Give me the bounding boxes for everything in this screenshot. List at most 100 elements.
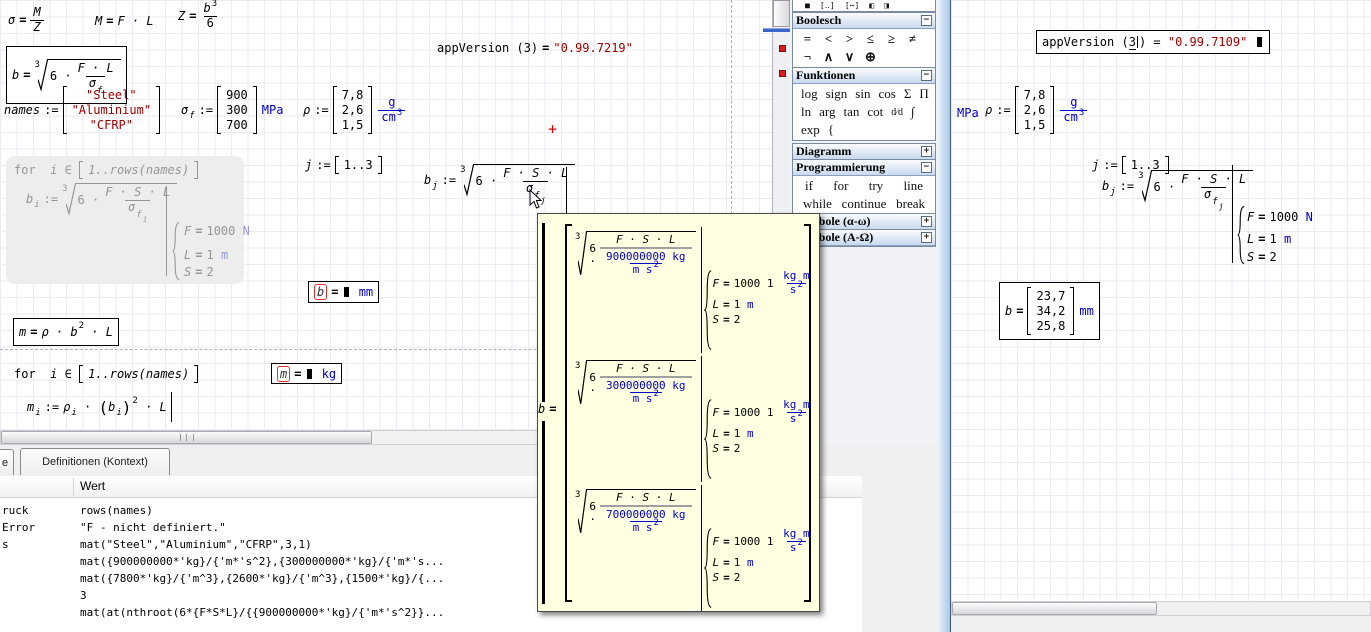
scrollbar-thumb[interactable] xyxy=(773,0,790,27)
tooltip-term: 36 ·F · S · L300000000 kgm s2 F=1000 1 k… xyxy=(575,356,801,482)
not-button[interactable]: ¬ xyxy=(797,48,818,66)
formula-z-eq[interactable]: Z= b36 xyxy=(178,2,220,31)
sign-button[interactable]: sign xyxy=(822,85,852,103)
table-row[interactable]: Error xyxy=(2,521,35,534)
table-row[interactable]: ruck xyxy=(2,504,29,517)
palette-programmierung: Programmierung − if for try line while c… xyxy=(792,159,936,215)
table-cell-value[interactable]: mat({7800*'kg}/{'m^3},{2600*'kg}/{'m^3},… xyxy=(80,572,444,585)
substitution-bar xyxy=(701,227,702,353)
split-indicator-line[interactable] xyxy=(763,28,790,32)
tab-definitionen-kontext[interactable]: Definitionen (Kontext) xyxy=(20,448,170,475)
cot-button[interactable]: cot xyxy=(863,103,887,121)
table-cell-value[interactable]: mat(at(nthroot(6*{F*S*L}/{{900000000*'kg… xyxy=(80,606,444,619)
result-b-matrix-box[interactable]: b= 23,7 34,2 25,8 mm xyxy=(999,282,1100,340)
sum-icon[interactable]: Σ xyxy=(900,85,916,103)
try-button[interactable]: try xyxy=(865,177,887,195)
line-button[interactable]: line xyxy=(899,177,927,195)
matrix-bracket-left xyxy=(565,224,572,602)
formula-appversion-right-box[interactable]: appVersion (3) = "0.99.7109" xyxy=(1036,30,1270,54)
for-loop-block-b[interactable]: for i ∈ 1..rows(names) bi:= 36 ·F · S · … xyxy=(6,156,244,284)
selected-argument: 3 xyxy=(1129,35,1136,50)
not-equal-button[interactable]: ≠ xyxy=(902,30,923,48)
break-button[interactable]: break xyxy=(892,195,929,213)
product-icon[interactable]: Π xyxy=(915,85,932,103)
table-cell-value[interactable]: rows(names) xyxy=(80,504,153,517)
matrix-icon[interactable]: ■ xyxy=(805,1,810,10)
subst-s: S=2 xyxy=(184,265,214,279)
subst-f: F=1000 N xyxy=(1247,210,1313,224)
if-button[interactable]: if xyxy=(801,177,817,195)
scrollbar-thumb[interactable] xyxy=(1,431,372,444)
tab-previous[interactable]: e xyxy=(0,449,14,475)
table-row[interactable]: s xyxy=(2,538,9,551)
piecewise-icon[interactable]: { xyxy=(824,121,838,139)
and-button[interactable]: ∧ xyxy=(818,48,839,66)
evaluation-tooltip: b= 36 ·F · S · L900000000 kgm s2 F=1000 … xyxy=(537,213,820,612)
tooltip-term: 36 ·F · S · L700000000 kgm s2 F=1000 1 k… xyxy=(575,485,801,611)
formula-names-definition[interactable]: names:= "Steel" "Aluminium" "CFRP" xyxy=(4,86,160,134)
or-button[interactable]: ∨ xyxy=(839,48,860,66)
scrollbar-thumb[interactable] xyxy=(952,602,1157,615)
less-than-button[interactable]: < xyxy=(818,30,839,48)
collapse-button[interactable]: − xyxy=(921,162,932,173)
formula-b-i: bi:= 36 ·F · S · Lσfi xyxy=(26,183,177,216)
for-head-2[interactable]: for i ∈ 1..rows(names) xyxy=(14,365,198,383)
unit-mpa: MPa xyxy=(957,106,979,120)
greater-than-button[interactable]: > xyxy=(839,30,860,48)
formula-rho-definition[interactable]: ρ:= 7,8 2,6 1,5 gcm3 xyxy=(303,86,405,134)
brace-icon xyxy=(704,528,712,608)
expand-button[interactable]: + xyxy=(921,232,932,243)
palette-title-bar[interactable]: Boolesch − xyxy=(793,13,935,29)
submatrix-icon[interactable]: ◧ xyxy=(869,1,874,10)
formula-appversion-left[interactable]: appVersion (3)="0.99.7219" xyxy=(437,41,633,55)
formula-j-definition[interactable]: j:= 1..3 xyxy=(305,156,382,174)
palette-title-bar[interactable]: Funktionen − xyxy=(793,68,935,84)
log-button[interactable]: log xyxy=(797,85,822,103)
arg-button[interactable]: arg xyxy=(815,103,839,121)
table-cell-value[interactable]: 3 xyxy=(80,589,87,602)
formula-moment-eq[interactable]: M=F · L xyxy=(95,14,154,28)
result-m-error-box[interactable]: m= kg xyxy=(271,363,342,384)
matrizen-palette-partial: ■ [‥] [⋯] ◧ ◨ xyxy=(792,0,936,12)
table-cell-value[interactable]: mat("Steel","Aluminium","CFRP",3,1) xyxy=(80,538,312,551)
column-header-wert: Wert xyxy=(80,479,105,493)
expand-button[interactable]: + xyxy=(921,216,932,227)
while-button[interactable]: while xyxy=(799,195,836,213)
window-splitter[interactable] xyxy=(938,0,951,632)
formula-b-j-left[interactable]: bj:= 36 ·F · S · Lσfj xyxy=(424,164,575,197)
result-b-error-box[interactable]: b= mm xyxy=(308,281,379,303)
for-button[interactable]: for xyxy=(829,177,852,195)
ln-button[interactable]: ln xyxy=(797,103,815,121)
palette-title-bar[interactable]: Diagramm + xyxy=(793,144,935,160)
matrix-range-icon[interactable]: [‥] xyxy=(820,1,835,10)
formula-rho-definition-right[interactable]: ρ:= 7,8 2,6 1,5 gcm3 xyxy=(985,86,1087,134)
formula-mass-eq-box[interactable]: m=ρ · b2 · L xyxy=(13,318,119,346)
augment-icon[interactable]: ◨ xyxy=(884,1,889,10)
collapse-button[interactable]: − xyxy=(921,70,932,81)
exp-button[interactable]: exp xyxy=(797,121,824,139)
collapse-button[interactable]: − xyxy=(921,15,932,26)
table-cell-value[interactable]: "F - nicht definiert." xyxy=(80,521,226,534)
tan-button[interactable]: tan xyxy=(840,103,864,121)
worksheet-right[interactable]: appVersion (3) = "0.99.7109" MPa ρ:= 7,8… xyxy=(951,0,1371,601)
column-divider[interactable] xyxy=(73,478,74,496)
table-cell-value[interactable]: mat({900000000*'kg}/{'m*'s^2},{300000000… xyxy=(80,555,444,568)
equal-button[interactable]: = xyxy=(797,30,818,48)
formula-sigma-eq[interactable]: σ= MZ xyxy=(8,6,44,35)
derivative-icon[interactable]: d∕d xyxy=(887,106,907,119)
formula-m-i[interactable]: mi:= ρi · (bi)2 · L xyxy=(27,392,168,422)
smath-window: σ= MZ M=F · L Z= b36 b= 36 ·F · Lσf name… xyxy=(0,0,1371,632)
integral-icon[interactable]: ∫ xyxy=(907,103,919,121)
xor-button[interactable]: ⊕ xyxy=(860,48,881,66)
continue-button[interactable]: continue xyxy=(838,195,891,213)
expand-button[interactable]: + xyxy=(921,146,932,157)
right-horizontal-scrollbar[interactable] xyxy=(951,601,1371,616)
formula-sigmaf-definition[interactable]: σf:= 900 300 700 MPa xyxy=(181,86,283,134)
palette-title-bar[interactable]: Programmierung − xyxy=(793,160,935,176)
less-equal-button[interactable]: ≤ xyxy=(860,30,881,48)
formula-b-j-right[interactable]: bj:= 36 ·F · S · Lσfj xyxy=(1102,170,1253,203)
cos-button[interactable]: cos xyxy=(874,85,899,103)
sin-button[interactable]: sin xyxy=(851,85,874,103)
greater-equal-button[interactable]: ≥ xyxy=(881,30,902,48)
matrix-row-icon[interactable]: [⋯] xyxy=(845,1,859,10)
